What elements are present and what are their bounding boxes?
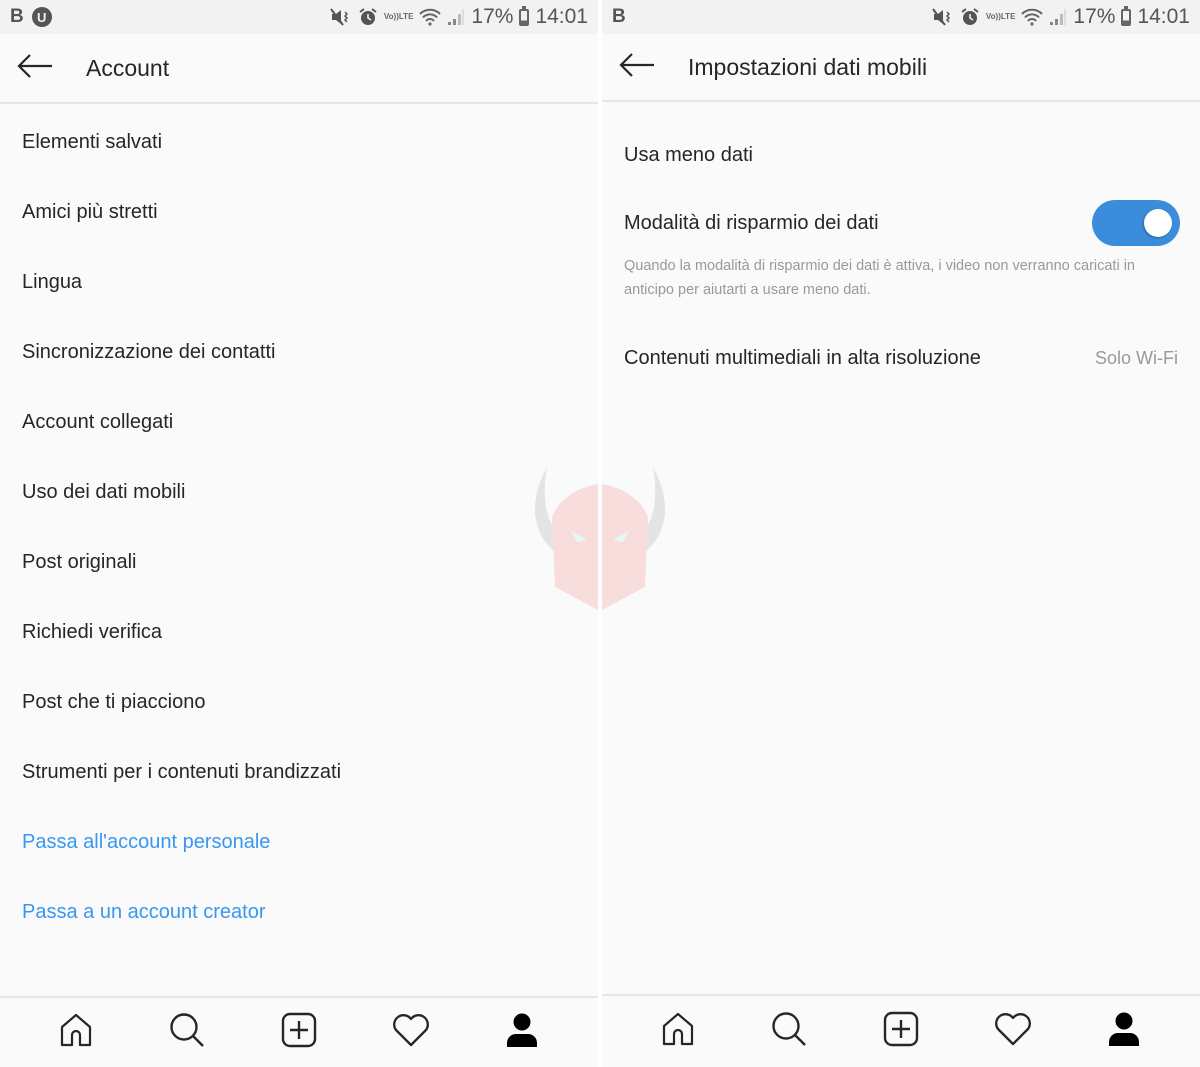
arrow-left-icon [618, 52, 656, 83]
menu-item-liked-posts[interactable]: Post che ti piacciono [0, 667, 598, 737]
alarm-icon [960, 7, 980, 27]
tab-home[interactable] [46, 1003, 106, 1063]
status-bar: B Vo)) LTE 17% 14:01 [602, 0, 1200, 34]
carrier-indicator: B [10, 6, 24, 27]
tab-activity[interactable] [983, 1002, 1043, 1062]
battery-percent: 17% [471, 5, 514, 28]
menu-item-original-posts[interactable]: Post originali [0, 527, 598, 597]
battery-percent: 17% [1073, 5, 1116, 28]
menu-item-request-verification[interactable]: Richiedi verifica [0, 597, 598, 667]
menu-item-branded-content[interactable]: Strumenti per i contenuti brandizzati [0, 737, 598, 807]
mobile-data-settings: Usa meno dati Modalità di risparmio dei … [602, 104, 1200, 378]
activity-heart-icon [392, 1013, 430, 1052]
signal-icon [1049, 8, 1067, 26]
back-button[interactable] [602, 32, 672, 102]
switch-to-personal-link[interactable]: Passa all'account personale [0, 807, 598, 877]
lte-label: LTE [398, 12, 414, 21]
volte-icon: Vo)) LTE [986, 13, 1015, 21]
menu-item-mobile-data[interactable]: Uso dei dati mobili [0, 457, 598, 527]
add-post-icon [883, 1011, 919, 1052]
mobile-data-settings-screen: B Vo)) LTE 17% 14:01 Impostazioni dati m… [602, 0, 1200, 1067]
menu-item-saved[interactable]: Elementi salvati [0, 107, 598, 177]
mute-vibrate-icon [330, 8, 352, 26]
high-res-media-label: Contenuti multimediali in alta risoluzio… [624, 346, 981, 369]
toggle-knob [1144, 209, 1172, 237]
clock: 14:01 [1137, 5, 1190, 28]
home-icon [58, 1012, 94, 1053]
wifi-icon [419, 8, 442, 26]
notification-badge-icon: U [31, 7, 52, 27]
app-header: Impostazioni dati mobili [602, 34, 1200, 102]
mute-vibrate-icon [932, 8, 954, 26]
use-less-data-section-title: Usa meno dati [624, 104, 1178, 204]
activity-heart-icon [994, 1012, 1032, 1051]
data-saver-toggle[interactable] [1092, 200, 1180, 246]
tab-profile[interactable] [492, 1003, 552, 1063]
lte-label: LTE [1000, 12, 1016, 21]
tab-search[interactable] [157, 1003, 217, 1063]
volte-label: Vo)) [383, 12, 399, 21]
clock: 14:01 [535, 5, 588, 28]
volte-icon: Vo)) LTE [384, 13, 413, 21]
menu-item-language[interactable]: Lingua [0, 247, 598, 317]
bottom-tab-bar [0, 996, 598, 1067]
battery-icon [1121, 5, 1132, 26]
alarm-icon [358, 7, 378, 27]
data-saver-description: Quando la modalità di risparmio dei dati… [624, 258, 1135, 298]
bottom-tab-bar [602, 994, 1200, 1067]
page-title: Account [86, 54, 170, 81]
app-header: Account [0, 34, 598, 104]
account-screen: B U Vo)) LTE 17% 14:01 Account Elementi … [0, 0, 598, 1067]
tab-profile[interactable] [1094, 1002, 1154, 1062]
tab-activity[interactable] [381, 1003, 441, 1063]
menu-item-contacts-sync[interactable]: Sincronizzazione dei contatti [0, 317, 598, 387]
arrow-left-icon [16, 53, 54, 84]
switch-to-creator-link[interactable]: Passa a un account creator [0, 877, 598, 947]
data-saver-label: Modalità di risparmio dei dati [624, 211, 879, 234]
status-bar: B U Vo)) LTE 17% 14:01 [0, 0, 598, 34]
tab-new-post[interactable] [269, 1003, 329, 1063]
high-res-media-value: Solo Wi-Fi [1094, 347, 1178, 368]
data-saver-row[interactable]: Modalità di risparmio dei dati [624, 200, 1180, 246]
account-menu: Elementi salvati Amici più stretti Lingu… [0, 107, 598, 947]
menu-item-linked-accounts[interactable]: Account collegati [0, 387, 598, 457]
profile-icon [1107, 1011, 1141, 1052]
volte-label: Vo)) [985, 12, 1001, 21]
signal-icon [447, 8, 465, 26]
wifi-icon [1021, 8, 1044, 26]
tab-new-post[interactable] [871, 1002, 931, 1062]
menu-item-close-friends[interactable]: Amici più stretti [0, 177, 598, 247]
tab-home[interactable] [648, 1002, 708, 1062]
carrier-indicator: B [612, 6, 626, 27]
back-button[interactable] [0, 33, 70, 103]
high-res-media-row[interactable]: Contenuti multimediali in alta risoluzio… [624, 338, 1178, 378]
battery-icon [519, 5, 530, 26]
tab-search[interactable] [759, 1002, 819, 1062]
search-icon [168, 1011, 206, 1054]
profile-icon [505, 1012, 539, 1053]
use-less-data-label: Usa meno dati [624, 143, 753, 166]
add-post-icon [281, 1012, 317, 1053]
search-icon [770, 1010, 808, 1053]
page-title: Impostazioni dati mobili [688, 53, 928, 80]
home-icon [660, 1011, 696, 1052]
